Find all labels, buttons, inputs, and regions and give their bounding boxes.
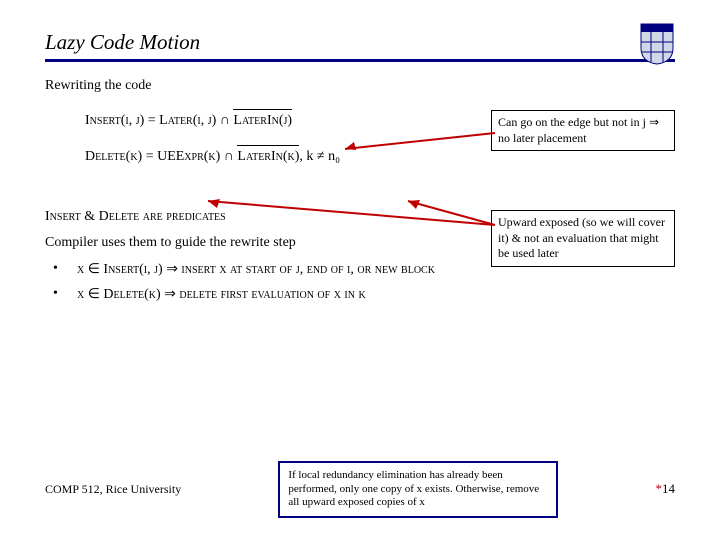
page-number: *14 xyxy=(656,481,676,497)
footer: COMP 512, Rice University If local redun… xyxy=(45,461,675,518)
bullet-item: • x ∈ Delete(k) ⇒ delete first evaluatio… xyxy=(53,286,675,303)
footnote-box: If local redundancy elimination has alre… xyxy=(278,461,558,518)
shield-icon xyxy=(639,22,675,66)
callout-upward: Upward exposed (so we will cover it) & n… xyxy=(491,210,675,267)
subtitle: Rewriting the code xyxy=(45,78,675,94)
page-title: Lazy Code Motion xyxy=(45,30,675,55)
footer-course: COMP 512, Rice University xyxy=(45,482,181,497)
predicates-line: Insert & Delete are predicates xyxy=(45,209,226,224)
title-underline xyxy=(45,59,675,62)
callout-edge: Can go on the edge but not in j ⇒ no lat… xyxy=(491,110,675,151)
